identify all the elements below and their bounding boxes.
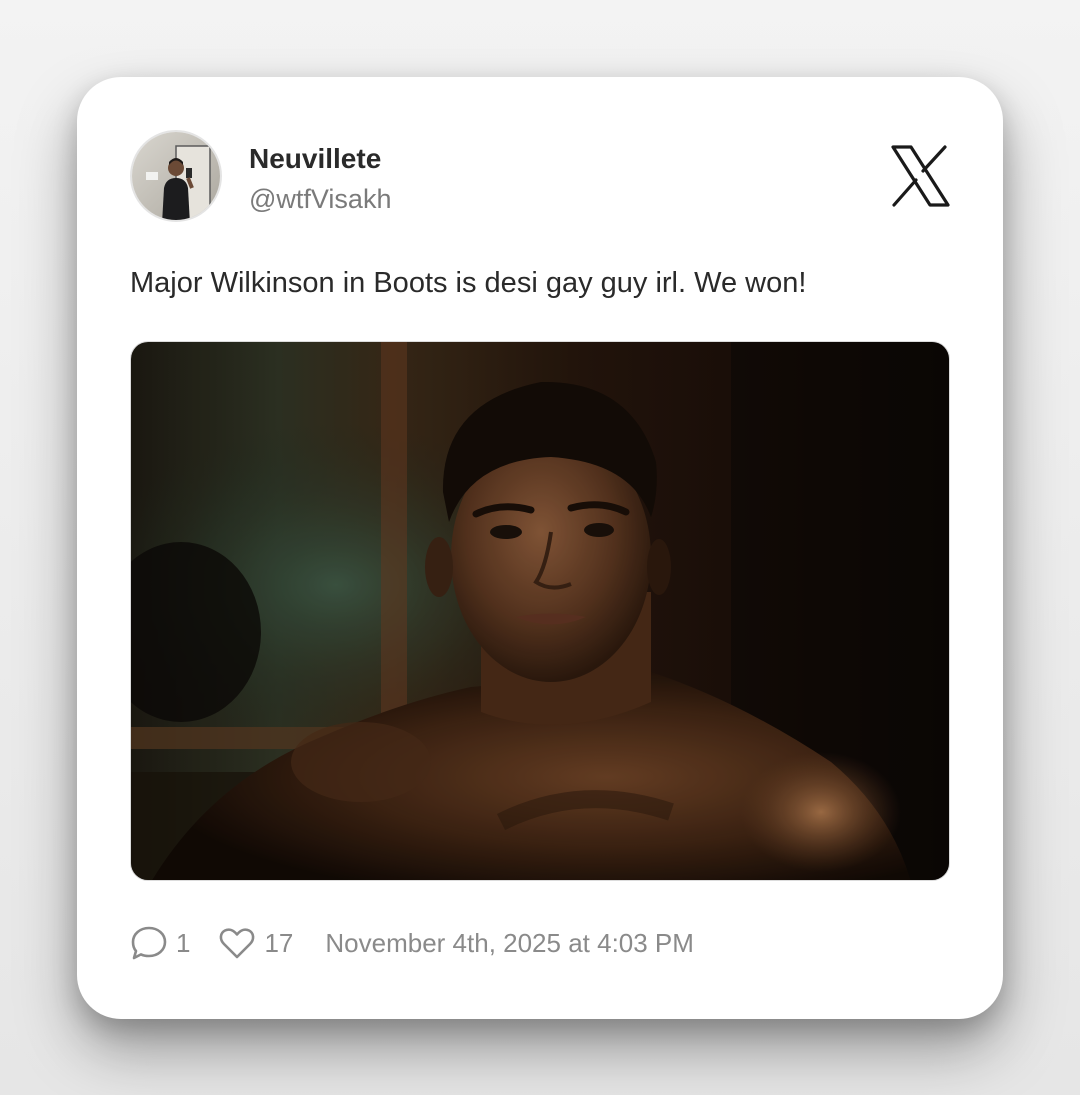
like-action[interactable]: 17 bbox=[218, 925, 293, 961]
photo-portrait bbox=[131, 342, 949, 880]
tweet-media-image[interactable] bbox=[130, 341, 950, 881]
avatar-image bbox=[132, 132, 220, 220]
tweet-card: Neuvillete @wtfVisakh Major Wilkinson in… bbox=[77, 77, 1003, 1019]
reply-count: 1 bbox=[176, 927, 191, 958]
x-logo-icon[interactable] bbox=[890, 145, 950, 207]
heart-icon[interactable] bbox=[218, 925, 256, 961]
tweet-timestamp[interactable]: November 4th, 2025 at 4:03 PM bbox=[325, 928, 694, 959]
avatar[interactable] bbox=[130, 130, 222, 222]
speech-bubble-icon[interactable] bbox=[130, 925, 168, 961]
tweet-footer: 1 17 November 4th, 2025 at 4:03 PM bbox=[130, 925, 694, 961]
user-handle[interactable]: @wtfVisakh bbox=[249, 184, 391, 215]
reply-action[interactable]: 1 bbox=[130, 925, 190, 961]
like-count: 17 bbox=[264, 927, 294, 958]
display-name[interactable]: Neuvillete bbox=[249, 143, 381, 175]
tweet-text: Major Wilkinson in Boots is desi gay guy… bbox=[130, 267, 807, 299]
